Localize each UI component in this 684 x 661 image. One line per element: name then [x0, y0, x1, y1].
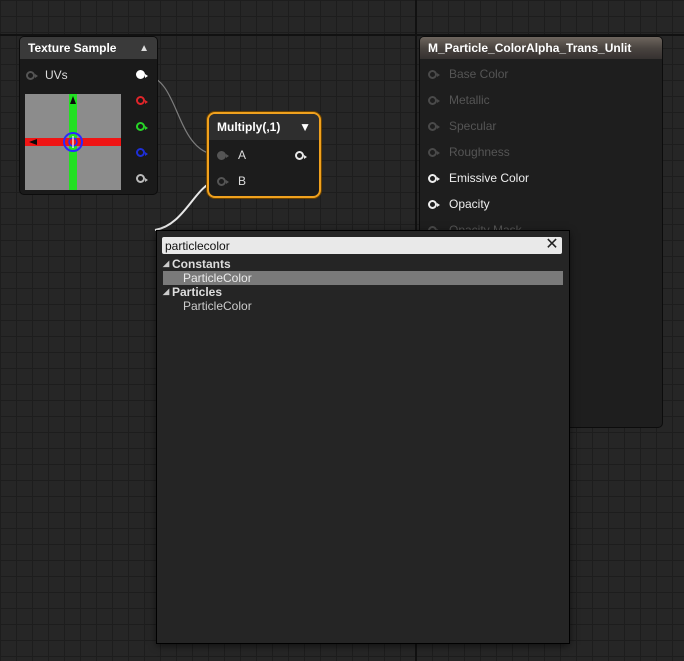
material-input-specular[interactable]: Specular: [428, 116, 496, 136]
uvs-pin-label: UVs: [45, 68, 68, 82]
green-output-pin-icon[interactable]: [136, 122, 148, 131]
red-output-pin-icon[interactable]: [136, 96, 148, 105]
texture-sample-title: Texture Sample: [28, 41, 117, 55]
multiply-node[interactable]: Multiply(,1) ▼ A B: [209, 114, 319, 196]
input-b-pin-icon[interactable]: [217, 176, 229, 186]
category-label: Constants: [172, 257, 231, 271]
specular-label: Specular: [449, 119, 497, 133]
input-a-pin-icon[interactable]: [217, 150, 229, 160]
search-box[interactable]: ✕: [162, 237, 562, 254]
material-header[interactable]: M_Particle_ColorAlpha_Trans_Unlit: [420, 37, 662, 59]
emissive-color-pin-icon[interactable]: [428, 173, 440, 183]
node-search-popup[interactable]: ✕ ◢ Constants ParticleColor ◢ Particles …: [157, 231, 569, 643]
opacity-pin-icon[interactable]: [428, 199, 440, 209]
material-input-emissive-color[interactable]: Emissive Color: [428, 168, 529, 188]
category-particles[interactable]: ◢ Particles: [163, 285, 563, 299]
uvs-pin-row[interactable]: UVs: [26, 65, 68, 85]
wire-b-to-popup: [154, 180, 217, 231]
input-b-label: B: [238, 174, 247, 188]
expand-triangle-icon[interactable]: ◢: [163, 285, 172, 299]
texture-sample-header[interactable]: Texture Sample ▲: [20, 37, 157, 59]
multiply-header[interactable]: Multiply(,1) ▼: [209, 114, 319, 140]
material-input-base-color[interactable]: Base Color: [428, 64, 508, 84]
pin-row-b[interactable]: B: [217, 171, 246, 191]
expand-triangle-icon[interactable]: ◢: [163, 257, 172, 271]
texture-preview-thumbnail: [25, 94, 121, 190]
specular-pin-icon[interactable]: [428, 121, 440, 131]
roughness-pin-icon[interactable]: [428, 147, 440, 157]
alpha-output-pin-icon[interactable]: [136, 174, 148, 183]
material-input-opacity[interactable]: Opacity: [428, 194, 490, 214]
category-label: Particles: [172, 285, 223, 299]
metallic-pin-icon[interactable]: [428, 95, 440, 105]
material-input-roughness[interactable]: Roughness: [428, 142, 510, 162]
metallic-label: Metallic: [449, 93, 490, 107]
roughness-label: Roughness: [449, 145, 510, 159]
blue-output-pin-icon[interactable]: [136, 148, 148, 157]
pin-row-a[interactable]: A: [217, 145, 246, 165]
multiply-title: Multiply(,1): [217, 120, 281, 134]
collapse-arrow-icon[interactable]: ▼: [299, 120, 311, 134]
emissive-color-label: Emissive Color: [449, 171, 530, 185]
material-input-metallic[interactable]: Metallic: [428, 90, 490, 110]
category-constants[interactable]: ◢ Constants: [163, 257, 563, 271]
result-item-constants-particlecolor[interactable]: ParticleColor: [163, 271, 563, 285]
search-results-tree: ◢ Constants ParticleColor ◢ Particles Pa…: [163, 257, 563, 313]
search-input[interactable]: [162, 238, 538, 253]
result-item-particles-particlecolor[interactable]: ParticleColor: [163, 299, 563, 313]
multiply-output-pin-icon[interactable]: [295, 151, 307, 160]
material-title: M_Particle_ColorAlpha_Trans_Unlit: [428, 41, 632, 55]
texture-sample-node[interactable]: Texture Sample ▲ UVs: [20, 37, 157, 194]
clear-search-icon[interactable]: ✕: [545, 237, 559, 254]
base-color-label: Base Color: [449, 67, 509, 81]
collapse-arrow-icon[interactable]: ▲: [139, 43, 149, 54]
rgb-output-pin-icon[interactable]: [136, 70, 148, 79]
opacity-label: Opacity: [449, 197, 490, 211]
base-color-pin-icon[interactable]: [428, 69, 440, 79]
uvs-pin-icon[interactable]: [26, 70, 38, 80]
input-a-label: A: [238, 148, 247, 162]
